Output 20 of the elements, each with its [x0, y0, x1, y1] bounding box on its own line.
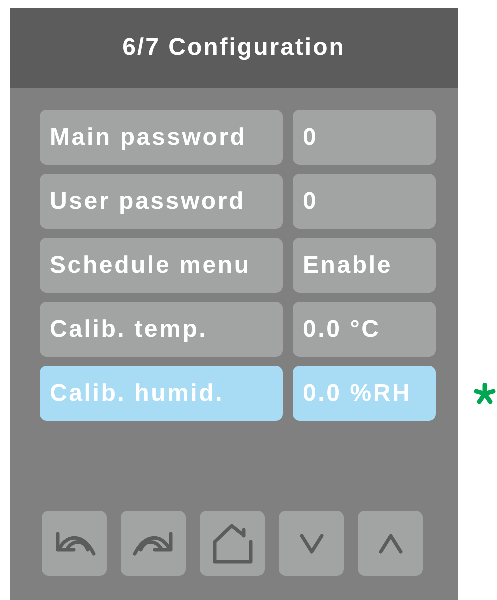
setting-label[interactable]: Calib. humid.	[40, 366, 283, 421]
down-button[interactable]	[279, 511, 344, 576]
up-chevron-icon	[378, 532, 404, 554]
setting-value[interactable]: 0.0 °C	[293, 302, 436, 357]
home-icon	[212, 524, 254, 564]
setting-value[interactable]: Enable	[293, 238, 436, 293]
setting-label[interactable]: Calib. temp.	[40, 302, 283, 357]
setting-label[interactable]: Schedule menu	[40, 238, 283, 293]
home-button[interactable]	[200, 511, 265, 576]
screen-title: 6/7 Configuration	[122, 34, 346, 62]
setting-label[interactable]: Main password	[40, 110, 283, 165]
up-button[interactable]	[358, 511, 423, 576]
back-button[interactable]	[42, 511, 107, 576]
forward-button[interactable]	[121, 511, 186, 576]
setting-value[interactable]: 0.0 %RH	[293, 366, 436, 421]
down-chevron-icon	[298, 532, 324, 554]
asterisk-icon	[474, 383, 496, 405]
setting-label[interactable]: User password	[40, 174, 283, 229]
setting-value[interactable]: 0	[293, 174, 436, 229]
setting-value[interactable]: 0	[293, 110, 436, 165]
